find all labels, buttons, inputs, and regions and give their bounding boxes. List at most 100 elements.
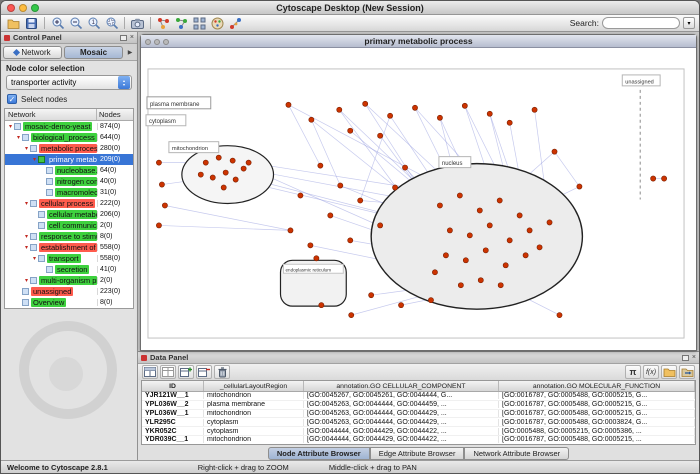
network-node[interactable]: [233, 177, 238, 182]
network-node[interactable]: [246, 160, 251, 165]
network-node[interactable]: [487, 223, 492, 228]
trash-button[interactable]: [214, 365, 230, 379]
zoom-in-button[interactable]: [49, 16, 66, 31]
network-node[interactable]: [651, 176, 656, 181]
column-header-molecular-function[interactable]: annotation.GO MOLECULAR_FUNCTION: [499, 381, 695, 391]
tree-column-network[interactable]: Network: [5, 109, 97, 120]
network-node[interactable]: [378, 133, 383, 138]
expand-arrow-icon[interactable]: ▾: [7, 123, 14, 130]
network-node[interactable]: [348, 128, 353, 133]
network-edge[interactable]: [360, 116, 390, 201]
network-node[interactable]: [437, 115, 442, 120]
table-cell[interactable]: [GO:0005488, GO:0005215, GO:0005386, ...: [499, 428, 695, 435]
network-node[interactable]: [447, 228, 452, 233]
table-cell[interactable]: plasma membrane: [204, 401, 304, 408]
table-cell[interactable]: mitochondrion: [204, 410, 304, 417]
network-node[interactable]: [507, 120, 512, 125]
inner-close-icon[interactable]: [145, 39, 151, 45]
network-node[interactable]: [662, 176, 667, 181]
minimize-window-icon[interactable]: [19, 4, 27, 12]
network-node[interactable]: [537, 245, 542, 250]
table-cell[interactable]: mitochondrion: [204, 436, 304, 443]
network-node[interactable]: [286, 102, 291, 107]
layout-button[interactable]: [191, 16, 208, 31]
network-node[interactable]: [443, 253, 448, 258]
float-panel-icon[interactable]: [682, 355, 689, 361]
network-node[interactable]: [477, 208, 482, 213]
network-node[interactable]: [337, 107, 342, 112]
network-node[interactable]: [467, 233, 472, 238]
network-node[interactable]: [523, 253, 528, 258]
tree-row-multi-organism-pro[interactable]: ▾multi-organism pro...2(0): [5, 275, 133, 286]
network-canvas[interactable]: plasma membrane cytoplasm mitochondrion: [141, 48, 696, 350]
expand-arrow-icon[interactable]: ▾: [31, 255, 38, 262]
table-cell[interactable]: [GO:0016787, GO:0005488, GO:0005215, G..…: [499, 410, 695, 417]
more-tabs-button[interactable]: ▶: [125, 49, 135, 56]
open-session-button[interactable]: [5, 16, 22, 31]
vizmapper-button[interactable]: [209, 16, 226, 31]
close-panel-icon[interactable]: ×: [130, 34, 134, 41]
network-node[interactable]: [159, 182, 164, 187]
table-cell[interactable]: cytoplasm: [204, 419, 304, 426]
table-cell[interactable]: cytoplasm: [204, 428, 304, 435]
tree-row-overview[interactable]: Overview8(0): [5, 297, 133, 308]
network-node[interactable]: [309, 117, 314, 122]
expand-arrow-icon[interactable]: ▾: [23, 244, 30, 251]
inner-maximize-icon[interactable]: [163, 39, 169, 45]
network-node[interactable]: [348, 238, 353, 243]
network-node[interactable]: [298, 193, 303, 198]
export-attributes-button[interactable]: [679, 365, 695, 379]
network-node[interactable]: [203, 160, 208, 165]
new-attribute-button[interactable]: [178, 365, 194, 379]
network-node[interactable]: [547, 220, 552, 225]
search-options-button[interactable]: ▾: [683, 17, 695, 29]
column-header-region[interactable]: _cellularLayoutRegion: [204, 381, 304, 391]
inner-minimize-icon[interactable]: [154, 39, 160, 45]
zoom-window-icon[interactable]: [31, 4, 39, 12]
network-node[interactable]: [338, 183, 343, 188]
expand-arrow-icon[interactable]: ▾: [31, 156, 38, 163]
import-attributes-button[interactable]: [661, 365, 677, 379]
network-node[interactable]: [497, 198, 502, 203]
network-node[interactable]: [478, 278, 483, 283]
table-cell[interactable]: [GO:0016787, GO:0005488, GO:0005215, G..…: [499, 401, 695, 408]
network-canvas-svg[interactable]: plasma membrane cytoplasm mitochondrion: [141, 48, 696, 350]
tree-row-cell-communicat[interactable]: cell communicat...2(0): [5, 220, 133, 231]
expand-arrow-icon[interactable]: ▾: [23, 277, 30, 284]
tree-row-cellular-metabo[interactable]: cellular metabo...206(0): [5, 209, 133, 220]
table-cell[interactable]: YKR052C: [142, 428, 204, 435]
table-cell[interactable]: YPL036W__2: [142, 401, 204, 408]
table-cell[interactable]: YLR295C: [142, 419, 204, 426]
network-node[interactable]: [378, 223, 383, 228]
table-cell[interactable]: [GO:0016787, GO:0005488, GO:0003824, G..…: [499, 419, 695, 426]
network-node[interactable]: [402, 165, 407, 170]
network-node[interactable]: [503, 263, 508, 268]
network-node[interactable]: [517, 213, 522, 218]
table-row[interactable]: YLR295Ccytoplasm[GO:0045263, GO:0044444,…: [142, 418, 695, 427]
zoom-out-button[interactable]: [67, 16, 84, 31]
network-node[interactable]: [318, 163, 323, 168]
network-node[interactable]: [230, 158, 235, 163]
tree-row-macromolecule[interactable]: macromolecule...31(0): [5, 187, 133, 198]
tree-row-biological-process[interactable]: ▾biological_process644(0): [5, 132, 133, 143]
network-node[interactable]: [398, 303, 403, 308]
table-cell[interactable]: [GO:0045263, GO:0044444, GO:0044429, ...: [304, 419, 499, 426]
close-panel-icon[interactable]: ×: [692, 354, 696, 361]
network-node[interactable]: [412, 105, 417, 110]
tree-row-secretion[interactable]: secretion41(0): [5, 264, 133, 275]
function-builder-button[interactable]: f(x): [643, 365, 659, 379]
tree-row-transport[interactable]: ▾transport558(0): [5, 253, 133, 264]
snapshot-button[interactable]: [129, 16, 146, 31]
column-header-cellular-component[interactable]: annotation.GO CELLULAR_COMPONENT: [304, 381, 499, 391]
plugin-manager-button[interactable]: [227, 16, 244, 31]
tab-mosaic[interactable]: Mosaic: [64, 46, 123, 59]
network-node[interactable]: [349, 313, 354, 318]
network-node[interactable]: [557, 313, 562, 318]
column-header-id[interactable]: ID: [142, 381, 204, 391]
network-node[interactable]: [552, 149, 557, 154]
network-node[interactable]: [392, 185, 397, 190]
tree-row-cellular-process[interactable]: ▾cellular process222(0): [5, 198, 133, 209]
table-cell[interactable]: YPL036W__1: [142, 410, 204, 417]
tree-row-unassigned[interactable]: unassigned223(0): [5, 286, 133, 297]
table-row[interactable]: YPL036W__2plasma membrane[GO:0045263, GO…: [142, 401, 695, 410]
